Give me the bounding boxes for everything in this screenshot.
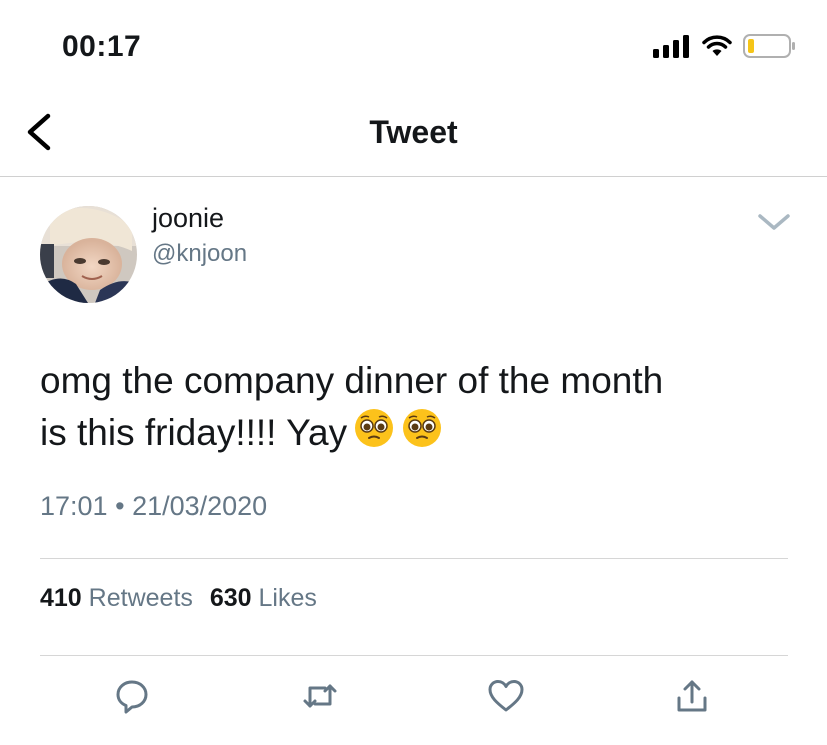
cellular-signal-icon — [653, 35, 689, 58]
tweet-date: 21/03/2020 — [132, 491, 268, 521]
retweet-icon — [303, 684, 337, 708]
share-button[interactable] — [672, 676, 712, 716]
likes-count: 630 — [209, 584, 252, 612]
reply-icon — [116, 680, 148, 714]
battery-low-icon — [743, 34, 795, 58]
tweet-action-bar — [0, 676, 827, 724]
author-handle: @knjoon — [152, 240, 248, 267]
tweet-header: Tweet — [0, 100, 827, 176]
author-display-name[interactable]: joonie — [152, 203, 224, 234]
page-title: Tweet — [369, 114, 458, 150]
tweet-text-line-2-text: is this friday!!!! Yay — [40, 412, 348, 453]
tweet-text: omg the company dinner of the month is t… — [40, 355, 800, 463]
tweet-time: 17:01 — [40, 491, 108, 521]
avatar-photo — [40, 206, 137, 303]
retweets-count: 410 — [40, 584, 82, 612]
wifi-icon — [702, 35, 732, 56]
timestamp-separator: • — [115, 491, 125, 521]
tweet-text-line-2: is this friday!!!! Yay — [40, 407, 800, 463]
reply-button[interactable] — [112, 676, 152, 716]
divider — [40, 655, 788, 656]
likes-stat[interactable]: 630 Likes — [210, 584, 317, 612]
divider — [40, 558, 788, 559]
retweets-stat[interactable]: 410 Retweets — [40, 584, 193, 612]
header-divider — [0, 176, 827, 177]
more-options-button[interactable] — [754, 208, 794, 236]
retweets-label: Retweets — [88, 584, 193, 612]
tweet-text-line-1: omg the company dinner of the month — [40, 360, 664, 401]
pleading-face-emoji — [401, 407, 443, 463]
status-icons — [653, 33, 797, 59]
likes-label: Likes — [258, 584, 317, 612]
like-button[interactable] — [486, 676, 526, 716]
pleading-face-emoji — [353, 407, 395, 463]
status-time: 00:17 — [62, 30, 142, 63]
like-icon — [488, 680, 524, 712]
chevron-down-icon — [758, 214, 790, 230]
tweet-stats: 410 Retweets 630 Likes — [40, 584, 327, 613]
retweet-button[interactable] — [300, 676, 340, 716]
avatar[interactable] — [40, 206, 137, 303]
status-bar: 00:17 — [0, 0, 827, 100]
share-icon — [677, 680, 707, 712]
tweet-timestamp: 17:01 • 21/03/2020 — [40, 491, 267, 522]
